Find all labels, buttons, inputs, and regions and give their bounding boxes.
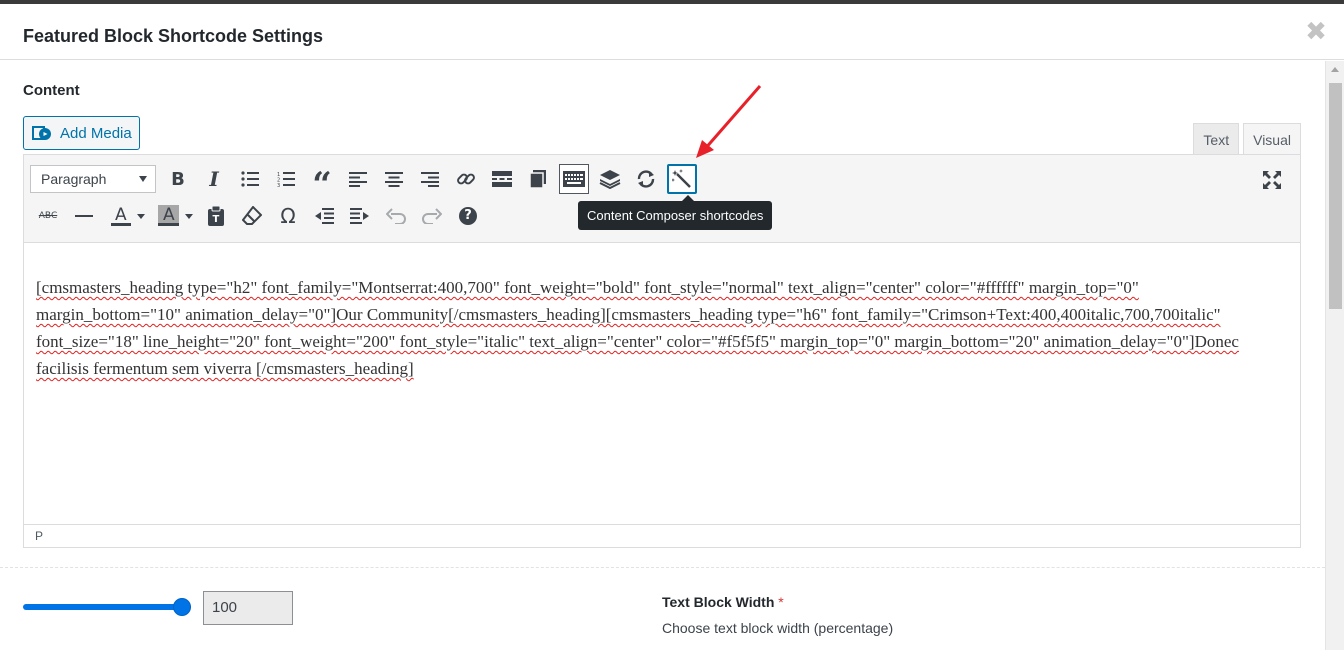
- keyboard-icon[interactable]: [559, 164, 589, 194]
- insert-link-icon[interactable]: [451, 164, 481, 194]
- align-center-icon[interactable]: [379, 164, 409, 194]
- indent-icon[interactable]: [345, 201, 375, 231]
- toolbar-row-2: ABC A A T Ω ?: [30, 200, 486, 232]
- section-divider: [0, 567, 1325, 568]
- media-icon: [32, 124, 52, 142]
- close-icon[interactable]: ✖: [1304, 18, 1328, 44]
- clear-formatting-icon[interactable]: [237, 201, 267, 231]
- add-media-label: Add Media: [60, 124, 132, 142]
- field-label-text: Text Block Width: [662, 594, 775, 610]
- format-select[interactable]: Paragraph: [30, 165, 156, 193]
- chevron-down-icon: [139, 176, 147, 182]
- text-color-icon[interactable]: A: [105, 201, 147, 231]
- scroll-up-arrow-icon[interactable]: [1331, 67, 1339, 72]
- tab-visual[interactable]: Visual: [1243, 123, 1301, 157]
- numbered-list-icon[interactable]: 123: [271, 164, 301, 194]
- redo-icon[interactable]: [417, 201, 447, 231]
- chevron-down-icon: [185, 214, 193, 219]
- text-block-width-input[interactable]: 100: [203, 591, 293, 625]
- editor-toolbar: Paragraph B I 123 “ ABC A A T Ω ? Conten…: [24, 155, 1300, 243]
- toolbar-row-1: Paragraph B I 123 “: [30, 163, 700, 202]
- magic-wand-icon[interactable]: [667, 164, 697, 194]
- paste-as-text-icon[interactable]: T: [201, 201, 231, 231]
- help-glyph: ?: [459, 207, 477, 225]
- outdent-icon[interactable]: [309, 201, 339, 231]
- bold-icon[interactable]: B: [163, 164, 193, 194]
- content-label: Content: [23, 82, 80, 99]
- svg-text:T: T: [213, 214, 220, 225]
- bulleted-list-icon[interactable]: [235, 164, 265, 194]
- svg-text:A: A: [163, 205, 175, 225]
- text-block-width-slider[interactable]: [23, 598, 191, 616]
- editor-content-area[interactable]: [cmsmasters_heading type="h2" font_famil…: [24, 244, 1300, 524]
- scroll-thumb[interactable]: [1329, 83, 1342, 309]
- tooltip: Content Composer shortcodes: [578, 195, 773, 230]
- horizontal-line-icon[interactable]: [69, 201, 99, 231]
- align-left-icon[interactable]: [343, 164, 373, 194]
- omega-glyph: Ω: [280, 204, 296, 228]
- toolbar-toggle-icon[interactable]: [523, 164, 553, 194]
- align-right-icon[interactable]: [415, 164, 445, 194]
- italic-icon[interactable]: I: [199, 164, 229, 194]
- strikethrough-icon[interactable]: ABC: [33, 201, 63, 231]
- svg-text:A: A: [115, 205, 127, 225]
- special-character-icon[interactable]: Ω: [273, 201, 303, 231]
- chevron-down-icon: [137, 214, 145, 219]
- strikethrough-text: ABC: [38, 211, 58, 221]
- fullscreen-icon[interactable]: [1257, 165, 1287, 195]
- refresh-icon[interactable]: [631, 164, 661, 194]
- modal-header: Featured Block Shortcode Settings ✖: [0, 4, 1344, 60]
- editor-mode-tabs: Text Visual: [1193, 123, 1301, 157]
- svg-text:3: 3: [277, 183, 280, 187]
- modal-title: Featured Block Shortcode Settings: [23, 26, 324, 46]
- add-media-button[interactable]: Add Media: [23, 116, 140, 150]
- element-path[interactable]: P: [35, 529, 43, 543]
- undo-icon[interactable]: [381, 201, 411, 231]
- read-more-icon[interactable]: [487, 164, 517, 194]
- tab-text[interactable]: Text: [1193, 123, 1240, 156]
- layers-icon[interactable]: [595, 164, 625, 194]
- help-icon[interactable]: ?: [453, 201, 483, 231]
- editor-content-text: [cmsmasters_heading type="h2" font_famil…: [36, 278, 1239, 378]
- slider-track[interactable]: [23, 604, 191, 610]
- text-block-width-description: Choose text block width (percentage): [662, 620, 894, 636]
- required-mark: *: [778, 594, 784, 610]
- modal-scrollbar[interactable]: [1325, 61, 1344, 650]
- blockquote-icon[interactable]: “: [307, 164, 337, 202]
- editor-path-statusbar: P: [24, 524, 1300, 547]
- wysiwyg-editor: Paragraph B I 123 “ ABC A A T Ω ? Conten…: [23, 154, 1301, 548]
- slider-thumb[interactable]: [173, 598, 191, 616]
- format-select-value: Paragraph: [41, 171, 107, 187]
- text-block-width-label: Text Block Width *: [662, 594, 784, 610]
- background-color-icon[interactable]: A: [153, 201, 195, 231]
